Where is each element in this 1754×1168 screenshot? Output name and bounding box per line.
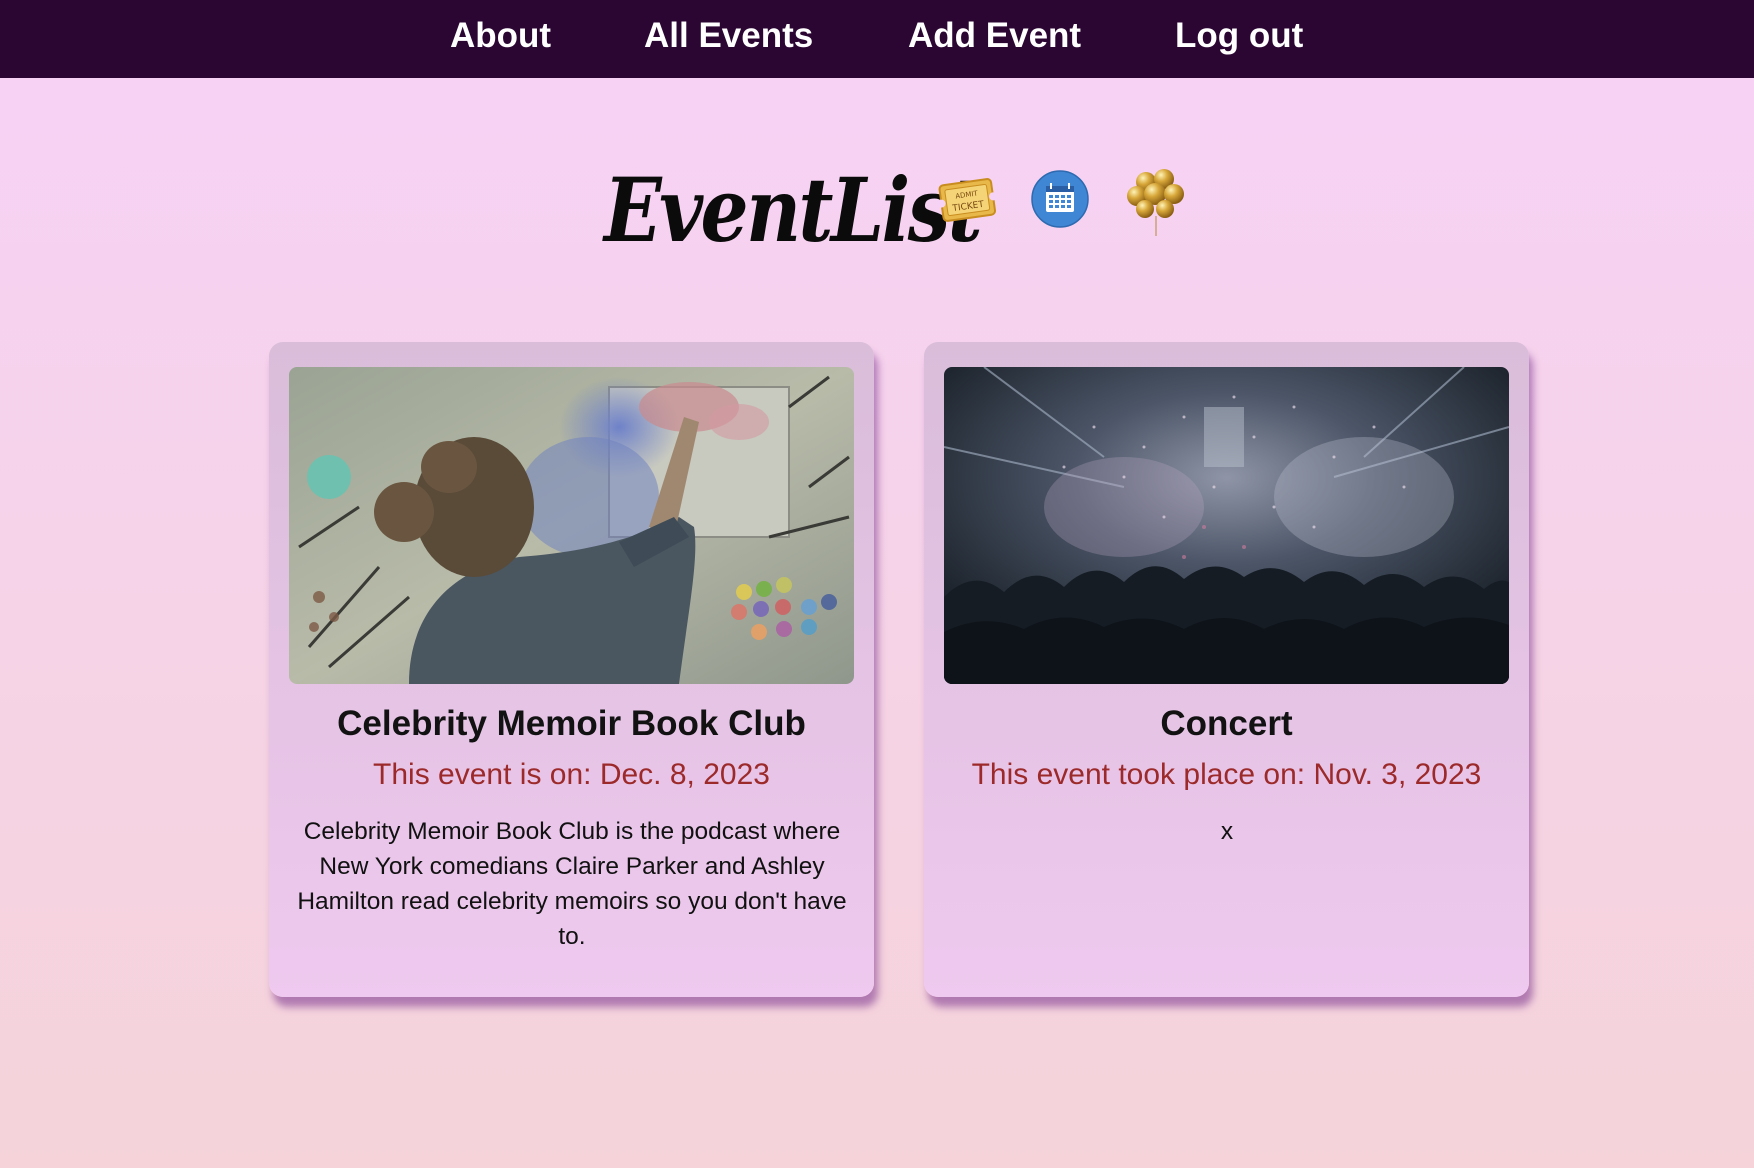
event-title: Celebrity Memoir Book Club: [337, 704, 806, 743]
event-title: Concert: [1160, 704, 1293, 743]
event-date: This event is on: Dec. 8, 2023: [373, 758, 770, 791]
nav-about-link[interactable]: About: [450, 15, 551, 57]
balloons-icon: [1124, 166, 1188, 243]
event-description: Celebrity Memoir Book Club is the podcas…: [297, 818, 847, 950]
event-description: x: [1220, 818, 1234, 845]
nav-add-event-link[interactable]: Add Event: [908, 15, 1081, 57]
ticket-icon: ADMIT TICKET: [937, 170, 998, 231]
nav-all-events-link[interactable]: All Events: [644, 15, 813, 57]
top-navbar: About All Events Add Event Log out: [0, 0, 1754, 78]
event-card[interactable]: Concert This event took place on: Nov. 3…: [924, 342, 1529, 997]
calendar-icon: [1031, 170, 1089, 233]
event-date: This event took place on: Nov. 3, 2023: [971, 758, 1482, 791]
nav-log-out-link[interactable]: Log out: [1175, 15, 1303, 57]
event-image: [289, 367, 854, 684]
event-image: [944, 367, 1509, 684]
page-header: EventList ADMIT TICKET: [0, 160, 1754, 260]
event-card[interactable]: Celebrity Memoir Book Club This event is…: [269, 342, 874, 997]
page-title: EventList: [604, 158, 983, 262]
